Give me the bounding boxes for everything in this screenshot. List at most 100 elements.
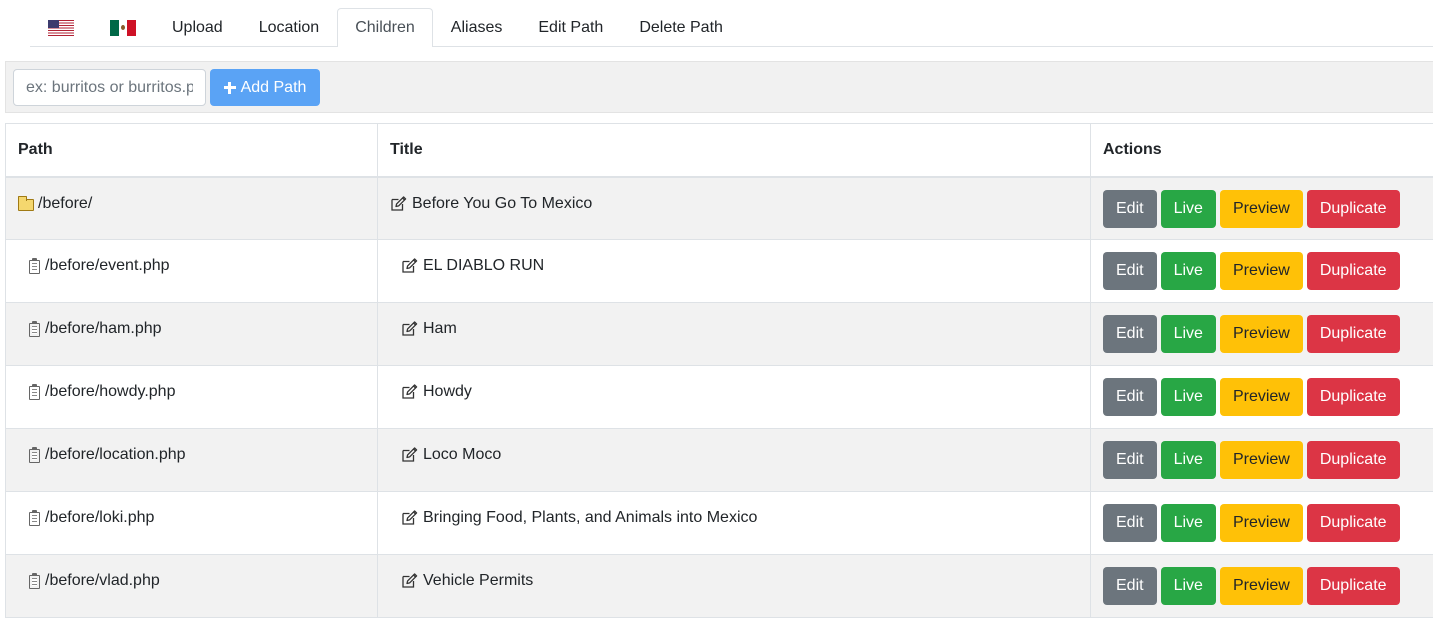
path-text: /before/location.php [45,446,186,463]
title-cell: Ham [377,302,1091,366]
live-button[interactable]: Live [1160,378,1216,416]
add-path-label: Add Path [240,78,307,96]
table-row: /before/loki.php Bringing Food, Plants, a… [5,491,1433,555]
title-text: Bringing Food, Plants, and Animals into … [423,509,758,526]
edit-title-icon[interactable] [401,510,418,526]
table-row: /before/vlad.php Vehicle Permits Edit Live P… [5,554,1433,618]
duplicate-button[interactable]: Duplicate [1306,252,1400,290]
title-text: EL DIABLO RUN [423,257,545,274]
edit-title-icon[interactable] [401,573,418,589]
edit-button[interactable]: Edit [1103,504,1157,542]
edit-title-icon[interactable] [390,195,407,212]
title-cell: Bringing Food, Plants, and Animals into … [377,491,1091,555]
edit-title-icon[interactable] [401,321,418,337]
path-cell: /before/ham.php [5,302,378,366]
edit-title-icon[interactable] [401,384,418,400]
file-icon [29,321,40,337]
live-button[interactable]: Live [1160,315,1216,353]
duplicate-button[interactable]: Duplicate [1306,315,1400,353]
live-button[interactable]: Live [1160,189,1216,228]
path-cell: /before/loki.php [5,491,378,555]
title-cell: Vehicle Permits [377,554,1091,618]
file-icon [29,447,40,463]
file-icon [29,510,40,526]
file-icon [29,573,40,589]
header-path: Path [5,123,378,178]
header-title: Title [377,123,1091,178]
duplicate-button[interactable]: Duplicate [1306,441,1400,479]
tab-location[interactable]: Location [241,8,338,46]
actions-cell: Edit Live Preview Duplicate [1090,239,1433,303]
mx-flag-icon [110,19,137,36]
actions-cell: Edit Live Preview Duplicate [1090,428,1433,492]
table-row: /before/Before You Go To Mexico Edit Live P… [5,176,1433,240]
live-button[interactable]: Live [1160,567,1216,605]
tab-edit-path[interactable]: Edit Path [520,8,621,46]
path-input[interactable] [13,69,206,106]
preview-button[interactable]: Preview [1219,441,1303,479]
table-row: /before/howdy.php Howdy Edit Live Preview Dup… [5,365,1433,429]
preview-button[interactable]: Preview [1219,567,1303,605]
path-text: /before/ham.php [45,320,162,337]
path-text: /before/event.php [45,257,170,274]
edit-button[interactable]: Edit [1103,189,1157,228]
path-cell: /before/vlad.php [5,554,378,618]
edit-title-icon[interactable] [401,258,418,274]
title-text: Howdy [423,383,472,400]
actions-cell: Edit Live Preview Duplicate [1090,554,1433,618]
tab-language-spanish[interactable] [92,8,154,46]
edit-button[interactable]: Edit [1103,252,1157,290]
path-text: /before/ [38,194,93,212]
children-table: Path Title Actions /before/Before You Go… [5,123,1433,618]
live-button[interactable]: Live [1160,252,1216,290]
nav-tabs: Upload Location Children Aliases Edit Pa… [30,8,1433,47]
table-header-row: Path Title Actions [5,123,1433,178]
table-row: /before/ham.php Ham Edit Live Preview Duplica… [5,302,1433,366]
preview-button[interactable]: Preview [1219,252,1303,290]
tab-upload[interactable]: Upload [154,8,241,46]
edit-title-icon[interactable] [401,447,418,463]
preview-button[interactable]: Preview [1219,504,1303,542]
edit-button[interactable]: Edit [1103,315,1157,353]
add-path-button[interactable]: Add Path [210,69,320,106]
plus-icon [223,81,236,94]
tab-aliases[interactable]: Aliases [433,8,521,46]
file-icon [29,384,40,400]
preview-button[interactable]: Preview [1219,378,1303,416]
edit-button[interactable]: Edit [1103,567,1157,605]
title-text: Loco Moco [423,446,502,463]
folder-icon [18,195,34,211]
title-cell: EL DIABLO RUN [377,239,1091,303]
actions-cell: Edit Live Preview Duplicate [1090,302,1433,366]
duplicate-button[interactable]: Duplicate [1306,189,1400,228]
title-text: Before You Go To Mexico [412,194,593,212]
title-text: Vehicle Permits [423,572,534,589]
table-row: /before/event.php EL DIABLO RUN Edit Live Pr… [5,239,1433,303]
live-button[interactable]: Live [1160,504,1216,542]
tab-language-english[interactable] [30,8,92,46]
path-text: /before/vlad.php [45,572,160,589]
path-cell: /before/howdy.php [5,365,378,429]
us-flag-icon [48,19,74,36]
duplicate-button[interactable]: Duplicate [1306,378,1400,416]
path-cell: /before/location.php [5,428,378,492]
edit-button[interactable]: Edit [1103,378,1157,416]
path-text: /before/howdy.php [45,383,176,400]
actions-cell: Edit Live Preview Duplicate [1090,176,1433,240]
duplicate-button[interactable]: Duplicate [1306,567,1400,605]
tab-delete-path[interactable]: Delete Path [621,8,741,46]
path-cell: /before/event.php [5,239,378,303]
title-text: Ham [423,320,457,337]
path-text: /before/loki.php [45,509,155,526]
edit-button[interactable]: Edit [1103,441,1157,479]
preview-button[interactable]: Preview [1219,189,1303,228]
duplicate-button[interactable]: Duplicate [1306,504,1400,542]
path-cell: /before/ [5,176,378,240]
header-actions: Actions [1090,123,1433,178]
live-button[interactable]: Live [1160,441,1216,479]
table-row: /before/location.php Loco Moco Edit Live Pre… [5,428,1433,492]
title-cell: Loco Moco [377,428,1091,492]
tab-children[interactable]: Children [337,8,433,47]
preview-button[interactable]: Preview [1219,315,1303,353]
actions-cell: Edit Live Preview Duplicate [1090,491,1433,555]
